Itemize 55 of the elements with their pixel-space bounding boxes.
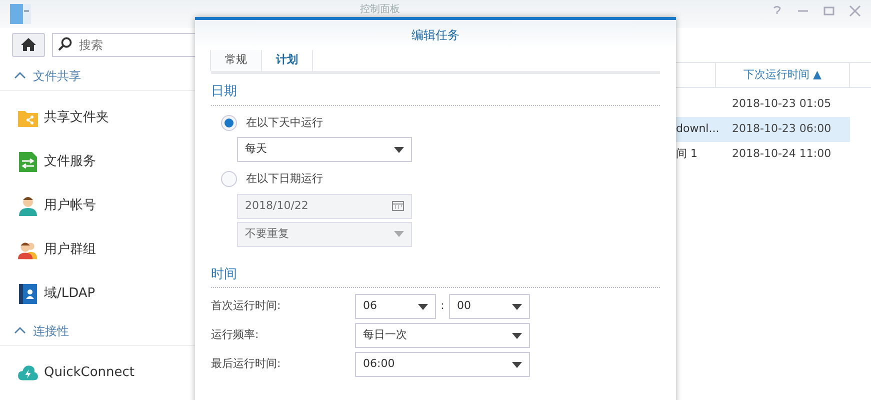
search-field[interactable]: 搜索 xyxy=(52,33,195,57)
cloud-icon xyxy=(18,364,38,382)
sidebar-item[interactable]: 共享文件夹 xyxy=(0,96,195,140)
radio-button[interactable] xyxy=(221,171,237,188)
close-icon[interactable] xyxy=(849,5,861,17)
field-label: 运行频率: xyxy=(211,327,260,344)
caret-icon xyxy=(418,304,428,310)
section-heading: 日期 xyxy=(211,82,660,106)
section-header[interactable]: 连接性 xyxy=(33,322,69,340)
sidebar-item[interactable]: QuickConnect xyxy=(0,351,195,395)
shared-folder-icon xyxy=(18,109,38,127)
sidebar-item[interactable]: 用户帐号 xyxy=(0,184,195,228)
table-cell-text: 2018-10-24 11:00 xyxy=(732,146,832,162)
dropdown[interactable]: 06 xyxy=(355,294,436,319)
user-group-icon xyxy=(18,240,38,260)
tab[interactable]: 常规 xyxy=(210,50,262,71)
window-title: 控制面板 xyxy=(360,2,400,17)
app-icon xyxy=(10,4,32,24)
table-cell-text: 2018-10-23 06:00 xyxy=(732,121,832,138)
time-separator: : xyxy=(440,298,446,314)
sidebar-item[interactable]: 用户群组 xyxy=(0,228,195,272)
caret-icon xyxy=(394,146,404,152)
field-label: 首次运行时间: xyxy=(211,298,282,314)
chevron-icon[interactable] xyxy=(14,71,26,80)
chevron-icon[interactable] xyxy=(14,326,26,335)
home-button[interactable] xyxy=(12,32,45,56)
section-heading: 时间 xyxy=(211,264,660,288)
column-header[interactable]: 下次运行时间 ▲ xyxy=(744,66,822,84)
radio-button[interactable] xyxy=(221,114,237,131)
table-row[interactable]: downl... 2018-10-23 06:00 xyxy=(676,117,850,142)
dialog-title: 编辑任务 xyxy=(412,27,460,44)
dropdown[interactable]: 06:00 xyxy=(355,352,530,377)
section-header[interactable]: 文件共享 xyxy=(33,66,81,84)
dropdown[interactable]: 每日一次 xyxy=(355,323,530,348)
radio-label[interactable]: 在以下日期运行 xyxy=(246,171,323,188)
maximize-icon[interactable] xyxy=(823,5,835,17)
search-icon xyxy=(58,37,72,51)
sidebar-item[interactable]: 域/LDAP xyxy=(0,272,195,316)
caret-icon xyxy=(512,332,522,338)
caret-icon xyxy=(394,231,404,237)
user-icon xyxy=(19,196,37,216)
radio-label[interactable]: 在以下天中运行 xyxy=(246,114,323,131)
sidebar-item[interactable]: 文件服务 xyxy=(0,140,195,184)
table-cell-text: 2018-10-23 01:05 xyxy=(732,96,832,112)
table-cell: 间 1 xyxy=(676,147,698,160)
directory-icon xyxy=(19,284,37,304)
dropdown[interactable]: 每天 xyxy=(237,137,412,162)
field-label: 最后运行时间: xyxy=(211,356,282,372)
file-service-icon xyxy=(19,152,37,172)
dropdown[interactable]: 00 xyxy=(449,294,530,319)
caret-icon xyxy=(512,304,522,310)
caret-icon xyxy=(512,362,522,368)
help-icon[interactable] xyxy=(771,5,783,17)
home-icon xyxy=(21,38,36,51)
table-cell: downl... xyxy=(676,122,720,136)
